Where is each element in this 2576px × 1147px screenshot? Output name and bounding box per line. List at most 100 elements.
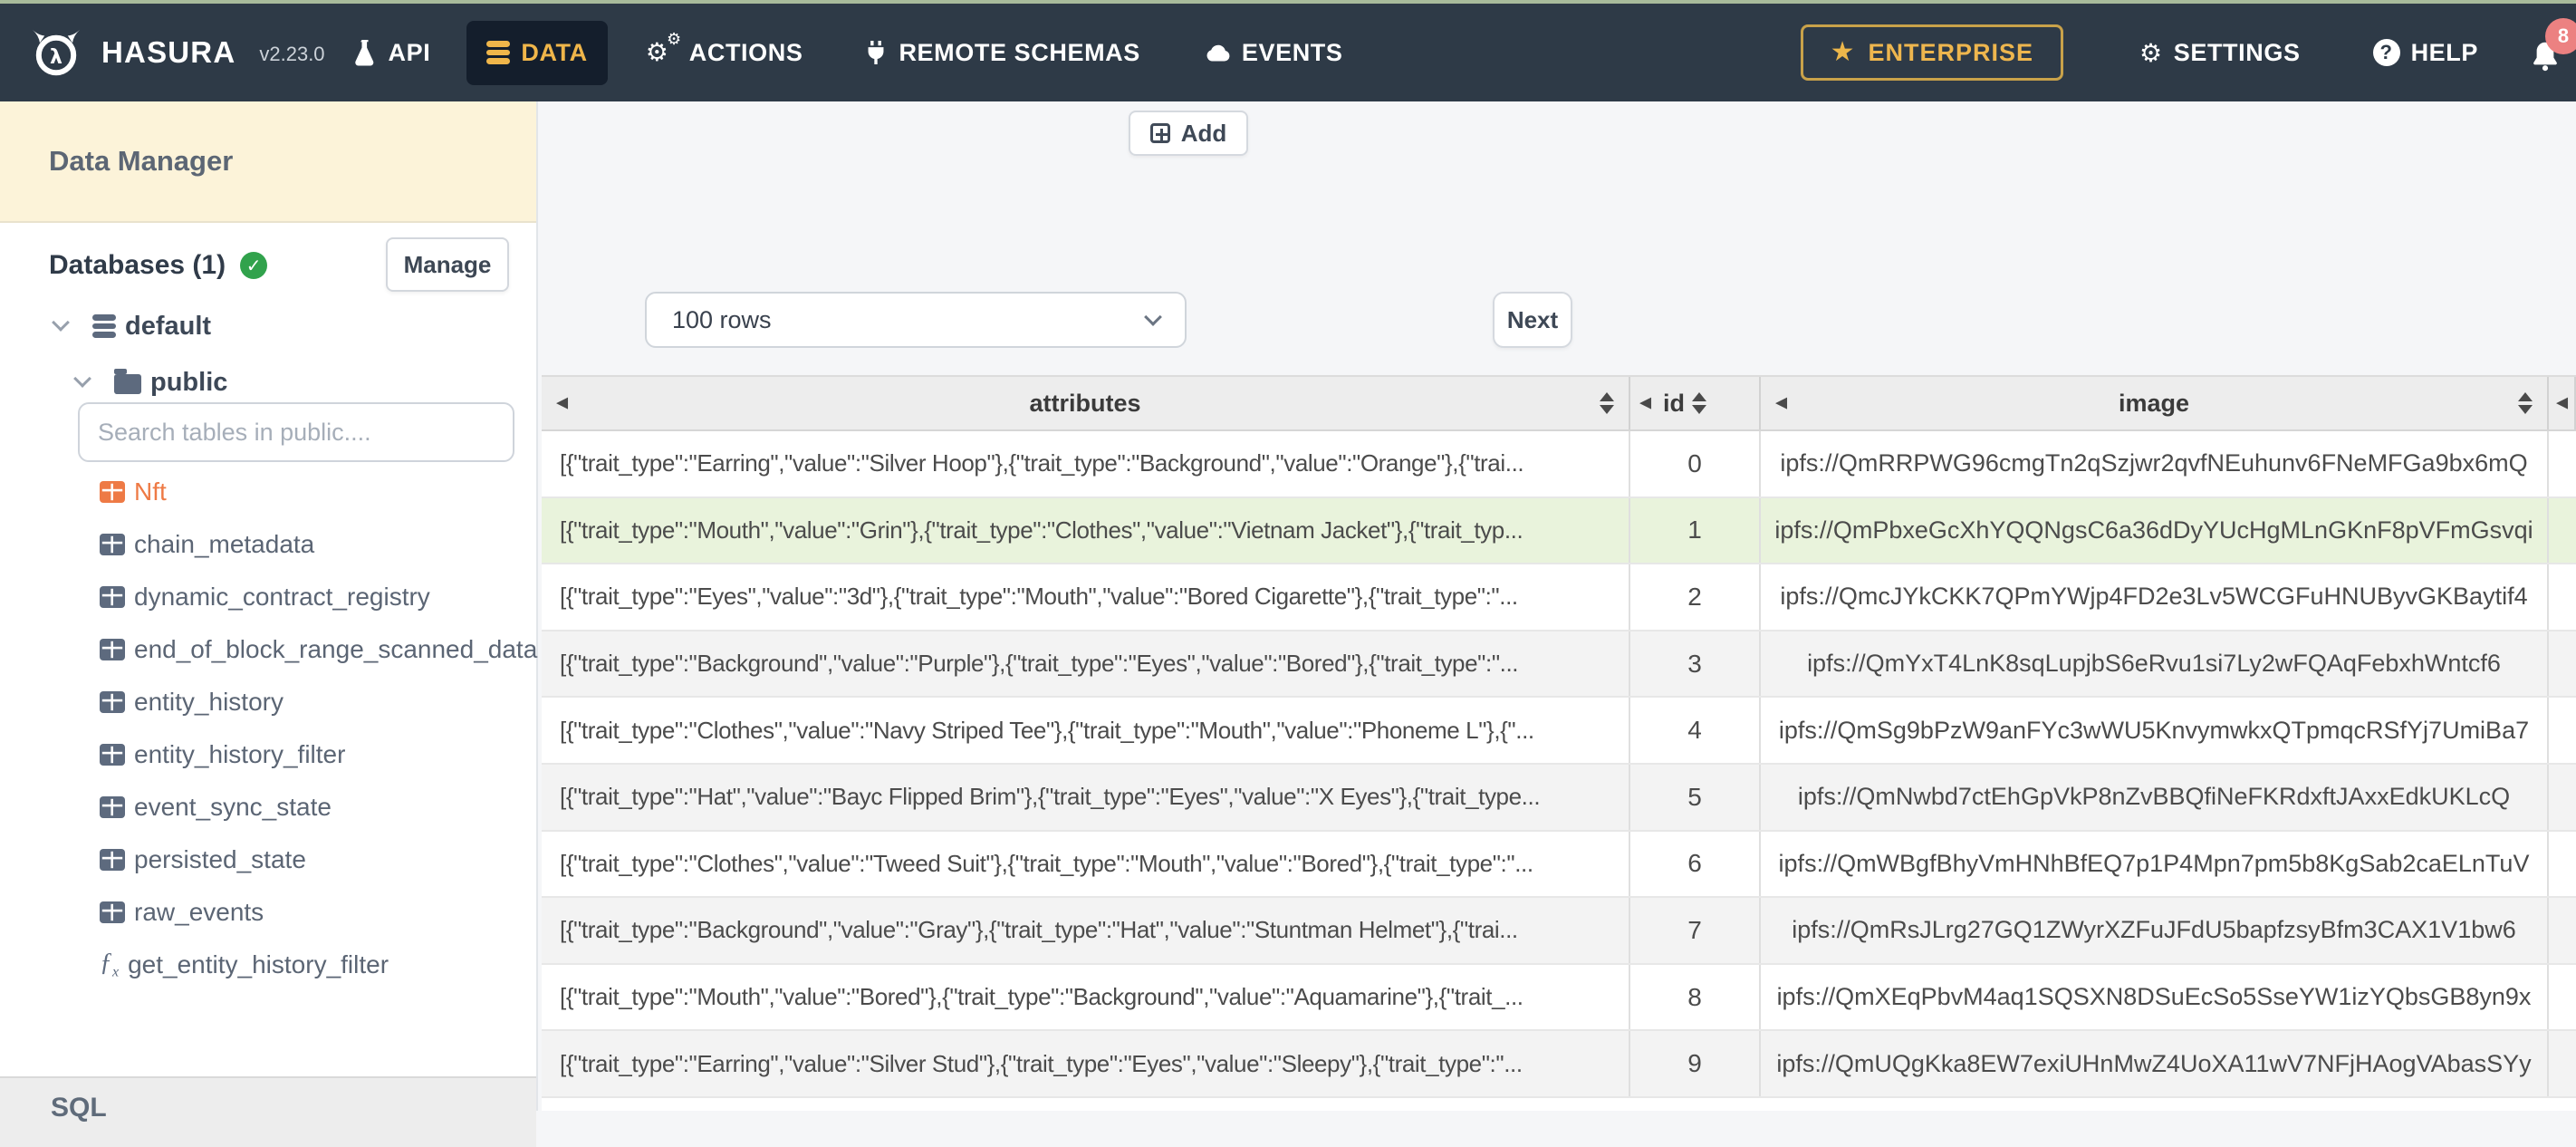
cell-partial bbox=[2549, 564, 2576, 630]
table-icon bbox=[100, 796, 125, 818]
cell-image: ipfs://QmcJYkCKK7QPmYWjp4FD2e3Lv5WCGFuHN… bbox=[1761, 564, 2549, 630]
rows-per-page-select[interactable]: 100 rows bbox=[645, 292, 1187, 348]
sort-icon[interactable] bbox=[1692, 385, 1706, 421]
cell-attributes: [{"trait_type":"Background","value":"Gra… bbox=[542, 898, 1630, 963]
table-icon bbox=[100, 691, 125, 713]
sidebar-table-item-chain_metadata[interactable]: chain_metadata bbox=[0, 518, 536, 571]
table-row[interactable]: [{"trait_type":"Mouth","value":"Grin"},{… bbox=[542, 497, 2576, 565]
search-tables-input[interactable] bbox=[78, 402, 514, 462]
database-icon bbox=[486, 40, 511, 65]
cell-partial bbox=[2549, 631, 2576, 697]
sidebar-title: Data Manager bbox=[0, 101, 536, 223]
star-icon: ★ bbox=[1830, 36, 1856, 68]
check-circle-icon: ✓ bbox=[240, 252, 268, 279]
cell-partial bbox=[2549, 431, 2576, 496]
collapse-column-icon[interactable]: ◀ bbox=[1775, 394, 1787, 412]
cell-attributes: [{"trait_type":"Eyes","value":"3d"},{"tr… bbox=[542, 564, 1630, 630]
flask-icon bbox=[352, 38, 378, 67]
table-icon bbox=[100, 586, 125, 608]
cell-partial bbox=[2549, 965, 2576, 1030]
sidebar-table-item-entity_history_filter[interactable]: entity_history_filter bbox=[0, 728, 536, 781]
sidebar: Data Manager Databases (1) ✓ Manage defa… bbox=[0, 101, 538, 1147]
add-label: Add bbox=[1180, 119, 1227, 147]
cell-id: 9 bbox=[1630, 1031, 1761, 1096]
sort-icon[interactable] bbox=[2518, 385, 2533, 421]
cell-partial bbox=[2549, 698, 2576, 763]
cell-partial bbox=[2549, 765, 2576, 830]
cell-image: ipfs://QmRsJLrg27GQ1ZWyrXZFuJFdU5bapfzsy… bbox=[1761, 898, 2549, 963]
manage-button[interactable]: Manage bbox=[386, 237, 509, 292]
table-row[interactable]: [{"trait_type":"Earring","value":"Silver… bbox=[542, 431, 2576, 498]
next-page-button[interactable]: Next bbox=[1493, 292, 1572, 348]
databases-label-group: Databases (1) ✓ bbox=[49, 250, 268, 281]
column-label: image bbox=[2118, 389, 2190, 417]
cell-id: 7 bbox=[1630, 898, 1761, 963]
navbar-right-group: ★ ENTERPRISE ⚙ SETTINGS ? HELP 8 bbox=[1800, 4, 2576, 101]
cloud-icon bbox=[1204, 43, 1231, 63]
notifications-button[interactable]: 8 bbox=[2529, 18, 2576, 76]
tree-node-public-schema[interactable]: public bbox=[0, 364, 536, 400]
sidebar-table-item-entity_history[interactable]: entity_history bbox=[0, 676, 536, 728]
table-row[interactable]: [{"trait_type":"Mouth","value":"Bored"},… bbox=[542, 964, 2576, 1032]
sidebar-table-item-get_entity_history_filter[interactable]: ƒx get_entity_history_filter bbox=[0, 939, 536, 991]
enterprise-button[interactable]: ★ ENTERPRISE bbox=[1800, 24, 2064, 81]
nav-item-remote-schemas[interactable]: REMOTE SCHEMAS bbox=[864, 39, 1139, 67]
nav-item-label: REMOTE SCHEMAS bbox=[899, 38, 1140, 66]
chevron-down-icon[interactable] bbox=[52, 313, 70, 332]
cell-id: 8 bbox=[1630, 964, 1761, 1030]
nav-item-settings[interactable]: ⚙ SETTINGS bbox=[2139, 38, 2301, 68]
cell-attributes: [{"trait_type":"Background","value":"Pur… bbox=[542, 631, 1630, 697]
table-row[interactable]: [{"trait_type":"Clothes","value":"Navy S… bbox=[542, 698, 2576, 765]
sidebar-table-item-persisted_state[interactable]: persisted_state bbox=[0, 834, 536, 886]
nav-item-events[interactable]: EVENTS bbox=[1204, 39, 1343, 67]
table-icon bbox=[100, 744, 125, 766]
sort-icon[interactable] bbox=[1600, 385, 1614, 421]
sidebar-table-item-raw_events[interactable]: raw_events bbox=[0, 886, 536, 939]
sidebar-table-item-dynamic_contract_registry[interactable]: dynamic_contract_registry bbox=[0, 571, 536, 623]
table-row[interactable]: [{"trait_type":"Background","value":"Gra… bbox=[542, 898, 2576, 965]
table-icon bbox=[100, 534, 125, 555]
add-row-button[interactable]: Add bbox=[1129, 111, 1248, 156]
table-row[interactable]: [{"trait_type":"Eyes","value":"3d"},{"tr… bbox=[542, 564, 2576, 631]
cell-attributes: [{"trait_type":"Earring","value":"Silver… bbox=[542, 431, 1630, 496]
table-row-partial bbox=[542, 1097, 2576, 1111]
table-row[interactable]: [{"trait_type":"Clothes","value":"Tweed … bbox=[542, 831, 2576, 899]
plug-icon bbox=[864, 39, 888, 66]
hasura-brand[interactable]: λ HASURA v2.23.0 bbox=[27, 28, 325, 77]
chevron-down-icon[interactable] bbox=[73, 370, 91, 388]
cell-attributes: [{"trait_type":"Earring","value":"Silver… bbox=[542, 1031, 1630, 1096]
svg-text:λ: λ bbox=[50, 46, 62, 69]
sidebar-table-item-end_of_block_range_scanned_data[interactable]: end_of_block_range_scanned_data bbox=[0, 623, 537, 676]
cell-image: ipfs://QmSg9bPzW9anFYc3wWU5KnvymwkxQTpmq… bbox=[1761, 698, 2549, 763]
nav-item-actions[interactable]: ⚙ ⚙ ACTIONS bbox=[646, 31, 803, 67]
cell-image: ipfs://QmPbxeGcXhYQQNgsC6a36dDyYUcHgMLnG… bbox=[1761, 497, 2549, 564]
collapse-column-icon[interactable]: ◀ bbox=[2556, 394, 2568, 412]
sidebar-table-item-Nft[interactable]: Nft bbox=[0, 466, 536, 518]
cell-attributes: [{"trait_type":"Clothes","value":"Tweed … bbox=[542, 831, 1630, 897]
databases-row: Databases (1) ✓ Manage bbox=[0, 236, 536, 297]
sql-link[interactable]: SQL bbox=[51, 1093, 107, 1123]
cell-image: ipfs://QmRRPWG96cmgTn2qSzjwr2qvfNEuhunv6… bbox=[1761, 431, 2549, 496]
collapse-column-icon[interactable]: ◀ bbox=[1639, 394, 1651, 412]
nav-item-data[interactable]: DATA bbox=[466, 20, 608, 85]
enterprise-label: ENTERPRISE bbox=[1868, 38, 2034, 66]
collapse-column-icon[interactable]: ◀ bbox=[556, 394, 568, 412]
chevron-down-icon bbox=[1144, 308, 1162, 326]
nav-item-help[interactable]: ? HELP bbox=[2372, 39, 2478, 67]
table-row[interactable]: [{"trait_type":"Hat","value":"Bayc Flipp… bbox=[542, 764, 2576, 832]
table-row[interactable]: [{"trait_type":"Background","value":"Pur… bbox=[542, 631, 2576, 699]
nav-item-label: API bbox=[388, 38, 431, 66]
nav-item-label: ACTIONS bbox=[688, 38, 803, 66]
table-name: get_entity_history_filter bbox=[128, 950, 389, 978]
sidebar-table-item-event_sync_state[interactable]: event_sync_state bbox=[0, 781, 536, 834]
column-header-id: ◀ id bbox=[1630, 377, 1761, 429]
function-icon: ƒx bbox=[100, 949, 120, 980]
databases-label: Databases (1) bbox=[49, 250, 226, 280]
table-row[interactable]: [{"trait_type":"Earring","value":"Silver… bbox=[542, 1031, 2576, 1098]
main-content: Add 100 rows Next ◀ attributes ◀ id ◀ im… bbox=[538, 101, 2576, 1111]
cell-id: 4 bbox=[1630, 698, 1761, 763]
folder-icon bbox=[114, 369, 141, 394]
column-label: id bbox=[1663, 389, 1685, 417]
tree-node-default-database[interactable]: default bbox=[0, 308, 536, 344]
nav-item-api[interactable]: API bbox=[352, 38, 431, 67]
